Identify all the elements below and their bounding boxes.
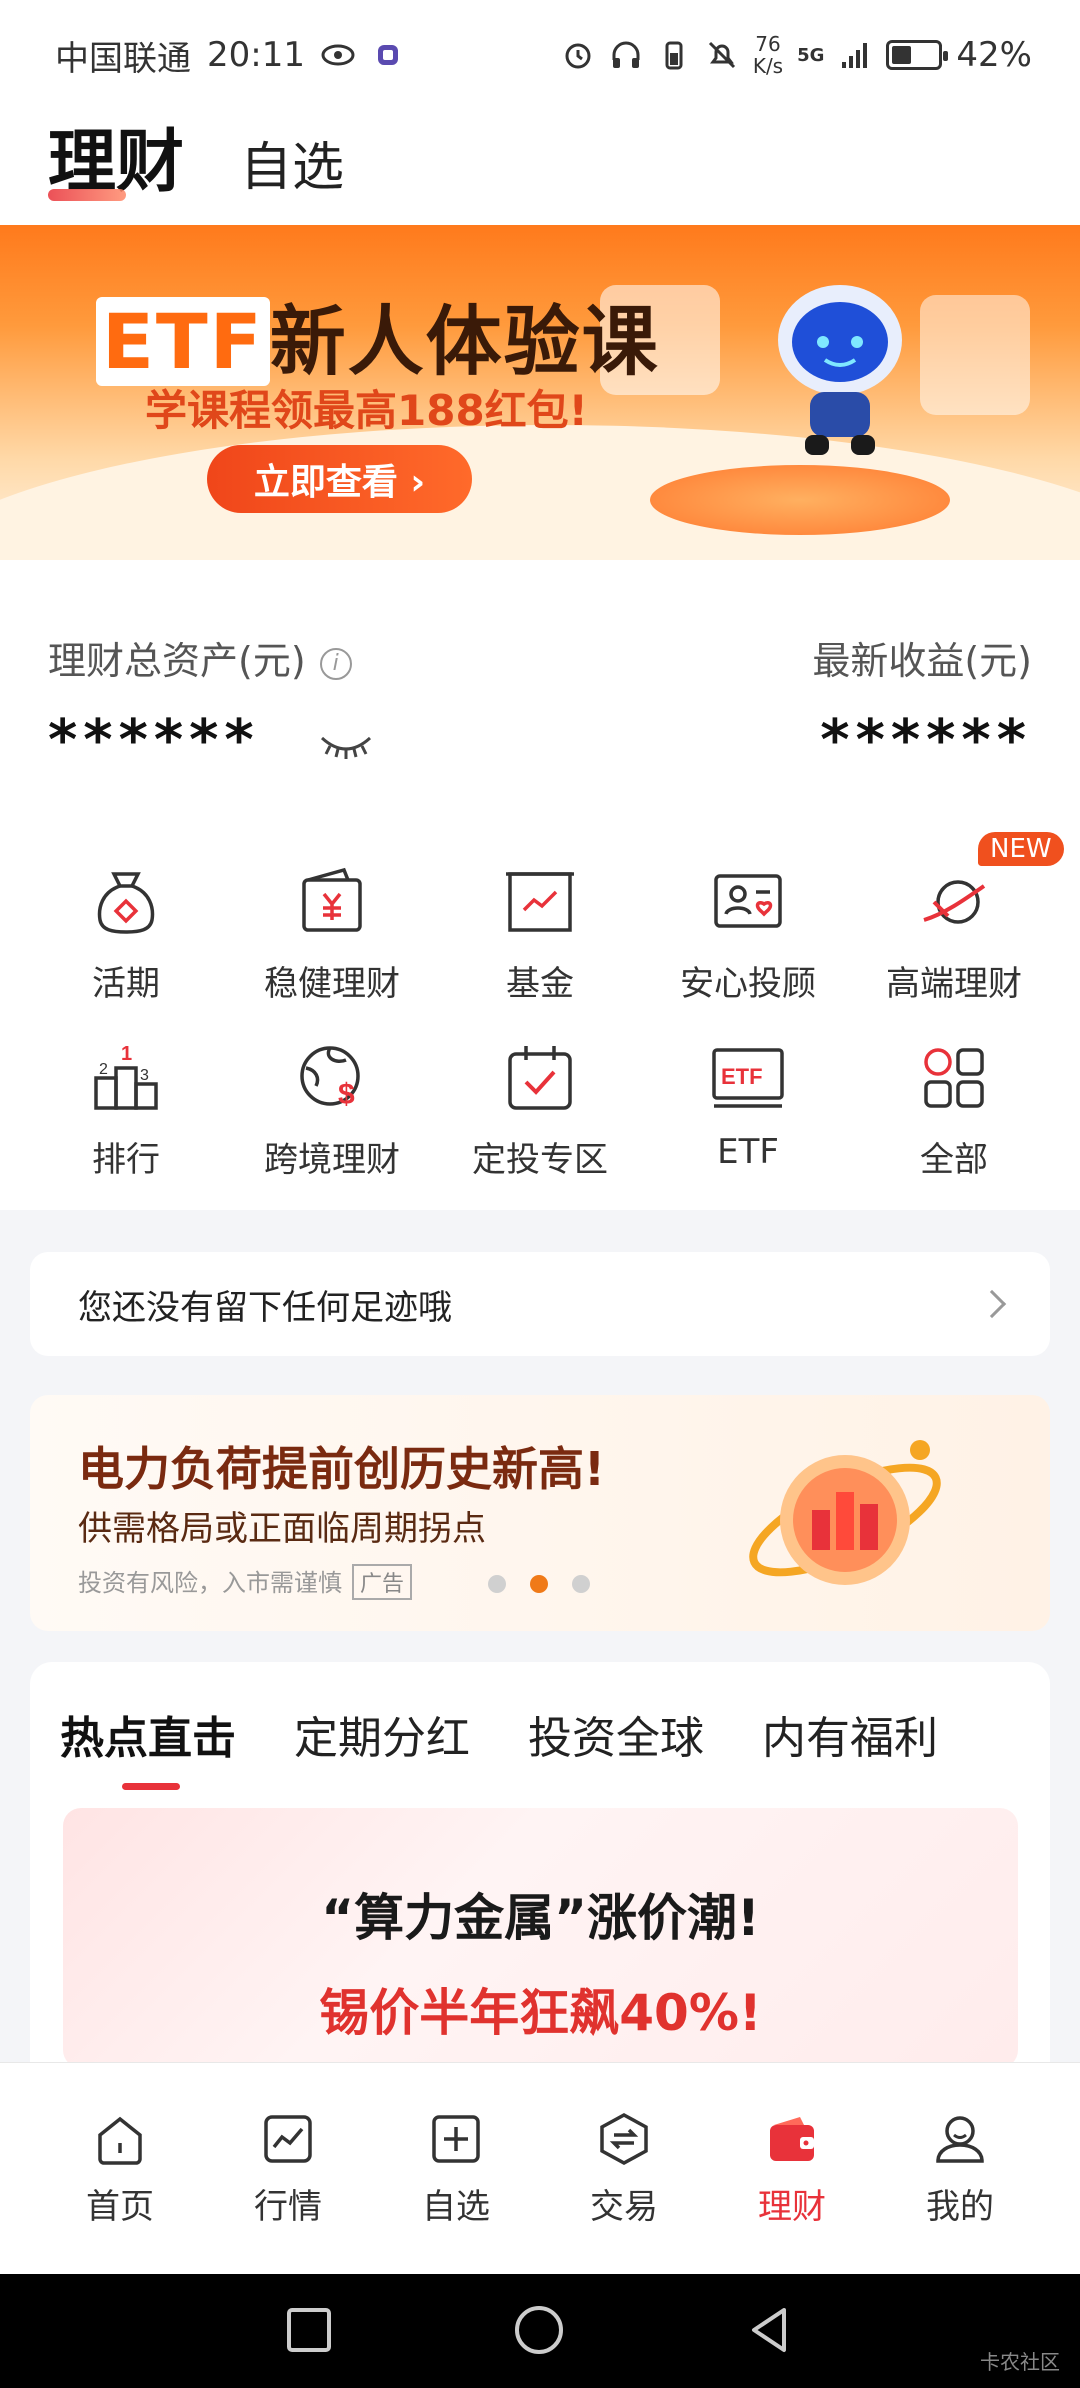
grid-item-quanbu[interactable]: 全部	[846, 1038, 1062, 1181]
new-badge: NEW	[978, 832, 1064, 866]
grid-all-icon	[924, 1048, 984, 1108]
back-triangle-icon[interactable]	[744, 2304, 796, 2356]
grid-item-etf[interactable]: ETF ETF	[640, 1038, 856, 1172]
svg-text:1: 1	[121, 1043, 132, 1065]
promo-banner[interactable]: ETF新人体验课 学课程领最高188红包! 立即查看 ›	[0, 225, 1080, 560]
energy-chart-illustration-icon	[749, 1440, 941, 1585]
bottom-tab-bar: 首页 行情 自选 交易 理财 我的	[0, 2062, 1080, 2274]
footprint-bar[interactable]: 您还没有留下任何足迹哦	[30, 1252, 1050, 1356]
signal-icon	[842, 43, 868, 68]
banner-podium	[650, 465, 950, 535]
ad-headline: 电力负荷提前创历史新高!	[78, 1442, 605, 1496]
tabbar-profile[interactable]: 我的	[876, 2109, 1044, 2228]
podium-icon: 12 3	[94, 1043, 158, 1110]
recent-apps-icon[interactable]	[283, 2304, 335, 2356]
tabbar-trade[interactable]: 交易	[540, 2109, 708, 2228]
etf-icon: ETF	[712, 1048, 784, 1108]
tab-dividend[interactable]: 定期分红	[294, 1702, 470, 1766]
section-tabs: 热点直击 定期分红 投资全球 内有福利	[60, 1702, 938, 1790]
grid-item-dingtou[interactable]: 定投专区	[432, 1038, 648, 1181]
home-circle-icon[interactable]	[513, 2304, 565, 2356]
chevron-right-icon	[977, 1289, 1007, 1319]
svg-text:$: $	[338, 1078, 355, 1111]
grid-item-gaoduan[interactable]: NEW 高端理财	[846, 832, 1064, 1005]
hot-topic-card[interactable]: “算力金属”涨价潮! 锡价半年狂飙40%!	[63, 1808, 1018, 2068]
tab-global[interactable]: 投资全球	[528, 1702, 704, 1766]
ad-subline: 供需格局或正面临周期拐点	[78, 1509, 486, 1549]
info-icon[interactable]: i	[319, 647, 352, 680]
latest-income-label: 最新收益(元)	[812, 639, 1032, 683]
grid-item-paihang[interactable]: 123 排行	[18, 1038, 234, 1181]
battery-percent: 42%	[956, 35, 1032, 75]
premium-icon	[923, 880, 986, 924]
app-notification-icon	[377, 45, 398, 65]
clock: 20:11	[207, 35, 305, 75]
advisor-card-icon	[714, 874, 782, 928]
calendar-check-icon	[508, 1046, 572, 1110]
carousel-dot[interactable]	[488, 1575, 506, 1593]
banner-subtitle: 学课程领最高188红包!	[145, 386, 588, 435]
svg-text:3: 3	[140, 1067, 149, 1084]
product-grid: 活期 稳健理财 基金 安心投顾 NEW 高端理财 123 排行 $ 跨境理财 定…	[0, 800, 1080, 1210]
ad-disclaimer: 投资有风险，入市需谨慎 广告	[78, 1563, 413, 1600]
assets-summary: 理财总资产(元) i 最新收益(元) ****** ******	[0, 560, 1080, 800]
tabbar-watchlist[interactable]: 自选	[372, 2109, 540, 2228]
svg-text:ETF: ETF	[721, 1064, 763, 1089]
latest-income-value: ******	[820, 708, 1032, 773]
carousel-dot-active[interactable]	[530, 1575, 548, 1593]
robot-mascot-icon	[778, 285, 902, 455]
net-speed: 76 K/s	[752, 32, 784, 78]
device-battery-icon	[665, 41, 683, 70]
banner-title: ETF新人体验课	[96, 280, 660, 390]
ad-carousel[interactable]: 电力负荷提前创历史新高! 供需格局或正面临周期拐点 投资有风险，入市需谨慎 广告	[30, 1395, 1050, 1631]
system-navigation-bar: 卡农社区	[0, 2274, 1080, 2388]
yen-wallet-icon	[302, 867, 362, 932]
headphones-icon	[612, 41, 640, 68]
grid-item-huoqi[interactable]: 活期	[18, 862, 234, 1005]
status-bar: 中国联通 20:11 76 K/s 5G 42%	[0, 0, 1080, 110]
market-chart-icon	[264, 2115, 312, 2163]
tabbar-market[interactable]: 行情	[204, 2109, 372, 2228]
tab-licai[interactable]: 理财	[48, 123, 184, 203]
carousel-dots	[488, 1575, 590, 1593]
grid-item-anxin[interactable]: 安心投顾	[640, 862, 856, 1005]
alarm-icon	[565, 43, 591, 69]
hide-eye-icon[interactable]	[318, 732, 374, 762]
tab-hotspot[interactable]: 热点直击	[60, 1702, 236, 1790]
tabbar-home[interactable]: 首页	[36, 2109, 204, 2228]
grid-item-jijin[interactable]: 基金	[432, 862, 648, 1005]
top-tabs: 理财 自选	[0, 110, 1080, 225]
carrier-label: 中国联通	[55, 38, 191, 79]
wallet-icon	[770, 2117, 814, 2161]
eye-icon	[321, 44, 355, 66]
grid-item-wenjian[interactable]: 稳健理财	[224, 862, 440, 1005]
banner-view-button[interactable]: 立即查看 ›	[207, 445, 472, 513]
hot-topic-title: “算力金属”涨价潮!	[321, 1889, 760, 1947]
hot-topics-section: 热点直击 定期分红 投资全球 内有福利 “算力金属”涨价潮! 锡价半年狂飙40%…	[30, 1662, 1050, 2068]
tab-benefits[interactable]: 内有福利	[762, 1702, 938, 1766]
add-square-icon	[432, 2115, 480, 2163]
grid-item-kuajing[interactable]: $ 跨境理财	[224, 1038, 440, 1181]
ad-tag: 广告	[352, 1564, 413, 1600]
home-icon	[98, 2116, 142, 2165]
banner-doc-card	[920, 295, 1030, 415]
hot-topic-subtitle: 锡价半年狂飙40%!	[319, 1984, 762, 2042]
mute-bell-icon	[708, 41, 735, 69]
active-tab-indicator	[48, 189, 126, 201]
network-type: 5G	[797, 44, 825, 66]
carousel-dot[interactable]	[572, 1575, 590, 1593]
chart-frame-icon	[506, 872, 574, 932]
total-assets-value: ******	[48, 708, 260, 773]
exchange-icon	[600, 2113, 648, 2165]
money-bag-icon	[97, 872, 155, 934]
total-assets-label: 理财总资产(元) i	[48, 630, 352, 685]
globe-dollar-icon: $	[300, 1046, 360, 1111]
battery-icon	[886, 40, 949, 70]
svg-text:2: 2	[99, 1061, 108, 1078]
tab-zixuan[interactable]: 自选	[240, 133, 344, 203]
footprint-text: 您还没有留下任何足迹哦	[78, 1287, 452, 1328]
tabbar-wealth[interactable]: 理财	[708, 2109, 876, 2228]
profile-icon	[936, 2116, 984, 2163]
watermark: 卡农社区	[980, 2350, 1060, 2374]
